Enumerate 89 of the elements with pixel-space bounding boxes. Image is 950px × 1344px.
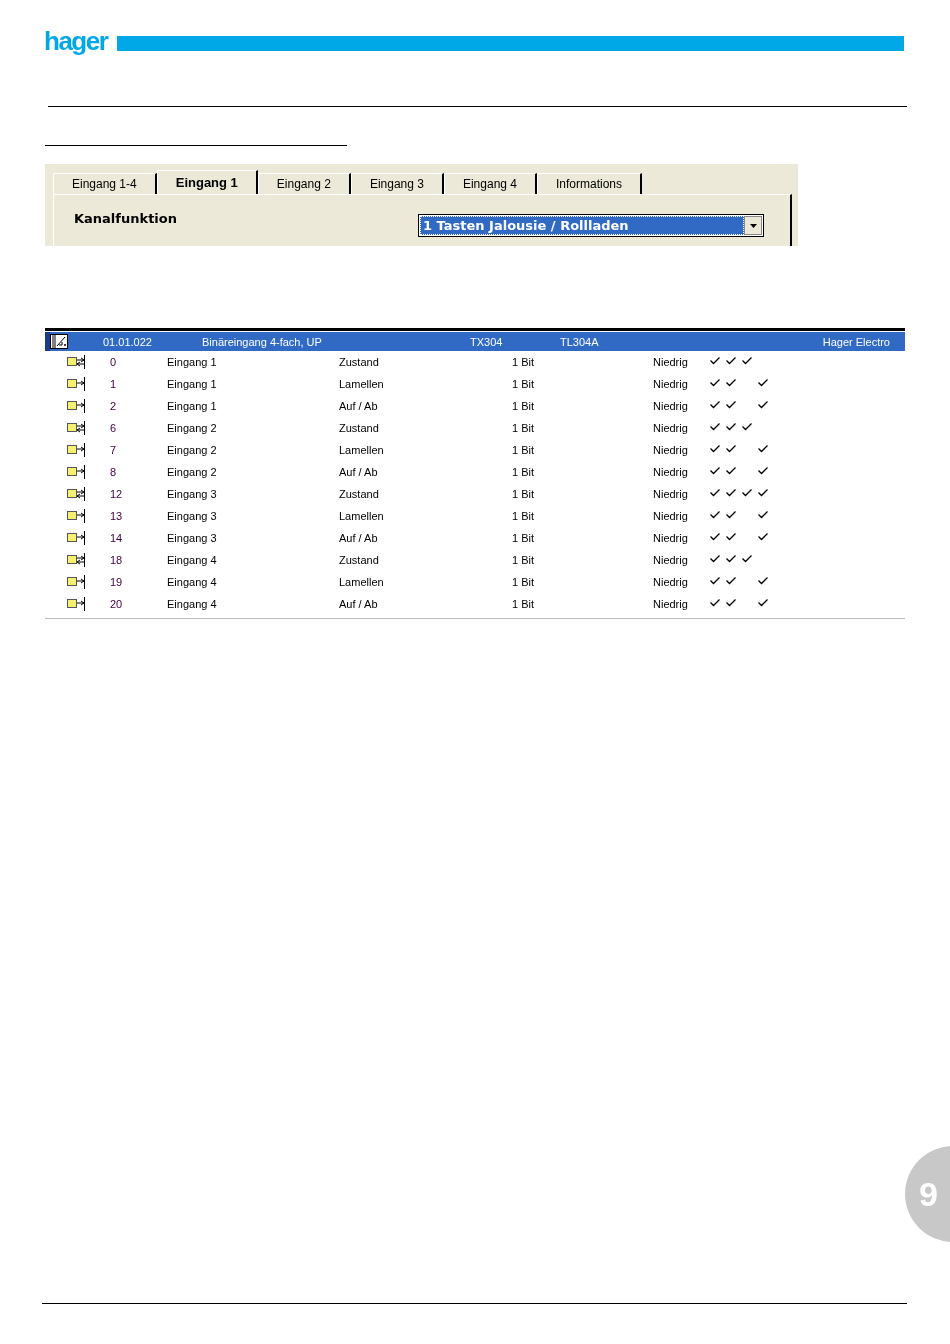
object-number: 6 [110, 422, 118, 434]
tab[interactable]: Eingang 4 [443, 173, 537, 194]
object-function: Auf / Ab [339, 598, 379, 610]
product-code: TX304 [470, 335, 504, 348]
tab[interactable]: Eingang 1 [156, 170, 258, 194]
manufacturer: Hager Electro [822, 335, 890, 348]
device-address: 01.01.022 [103, 335, 153, 348]
object-function: Zustand [339, 488, 380, 500]
object-size: 1 Bit [512, 532, 535, 544]
tab[interactable]: Eingang 3 [350, 173, 444, 194]
object-size: 1 Bit [512, 444, 535, 456]
object-number: 19 [110, 576, 124, 588]
dropdown[interactable]: 1 Tasten Jalousie / Rollladen [418, 214, 764, 237]
object-name: Eingang 2 [167, 422, 218, 434]
object-function: Zustand [339, 422, 380, 434]
object-name: Eingang 1 [167, 378, 218, 390]
object-priority: Niedrig [653, 488, 689, 500]
object-priority: Niedrig [653, 532, 689, 544]
object-function: Lamellen [339, 576, 385, 588]
tab[interactable]: Eingang 1-4 [53, 173, 157, 194]
object-name: Eingang 2 [167, 444, 218, 456]
object-priority: Niedrig [653, 400, 689, 412]
object-priority: Niedrig [653, 554, 689, 566]
object-priority: Niedrig [653, 422, 689, 434]
object-priority: Niedrig [653, 576, 689, 588]
output-object-icon [67, 377, 85, 391]
object-name: Eingang 2 [167, 466, 218, 478]
object-function: Lamellen [339, 510, 385, 522]
object-function: Lamellen [339, 444, 385, 456]
object-number: 14 [110, 532, 124, 544]
object-size: 1 Bit [512, 598, 535, 610]
object-number: 8 [110, 466, 118, 478]
object-priority: Niedrig [653, 356, 689, 368]
object-number: 7 [110, 444, 118, 456]
output-object-icon [67, 443, 85, 457]
object-number: 13 [110, 510, 124, 522]
object-size: 1 Bit [512, 378, 535, 390]
object-number: 1 [110, 378, 118, 390]
output-object-icon [67, 465, 85, 479]
object-name: Eingang 4 [167, 576, 218, 588]
object-function: Auf / Ab [339, 532, 379, 544]
object-name: Eingang 3 [167, 488, 218, 500]
object-number: 20 [110, 598, 124, 610]
object-number: 12 [110, 488, 124, 500]
object-priority: Niedrig [653, 378, 689, 390]
caret-icon [749, 223, 757, 228]
bidirectional-object-icon [67, 487, 85, 501]
application-code: TL304A [560, 335, 600, 348]
device-row[interactable]: 01.01.022 Binäreingang 4-fach, UP TX304 TL304A Hager Electro [45, 332, 905, 351]
object-name: Eingang 4 [167, 598, 218, 610]
object-priority: Niedrig [653, 466, 689, 478]
tab[interactable]: Informations [537, 173, 642, 194]
object-size: 1 Bit [512, 466, 535, 478]
bidirectional-object-icon [67, 421, 85, 435]
object-function: Auf / Ab [339, 466, 379, 478]
bidirectional-object-icon [67, 553, 85, 567]
object-size: 1 Bit [512, 510, 535, 522]
object-name: Eingang 1 [167, 400, 218, 412]
object-priority: Niedrig [653, 444, 689, 456]
object-number: 2 [110, 400, 118, 412]
output-object-icon [67, 531, 85, 545]
object-priority: Niedrig [653, 510, 689, 522]
bidirectional-object-icon [67, 355, 85, 369]
object-number: 18 [110, 554, 124, 566]
object-number: 0 [110, 356, 118, 368]
object-size: 1 Bit [512, 576, 535, 588]
object-size: 1 Bit [512, 356, 535, 368]
object-size: 1 Bit [512, 488, 535, 500]
object-name: Eingang 4 [167, 554, 218, 566]
object-name: Eingang 3 [167, 532, 218, 544]
object-function: Zustand [339, 356, 380, 368]
object-size: 1 Bit [512, 400, 535, 412]
object-function: Lamellen [339, 378, 385, 390]
output-object-icon [67, 399, 85, 413]
object-size: 1 Bit [512, 422, 535, 434]
object-name: Eingang 1 [167, 356, 218, 368]
device-name: Binäreingang 4-fach, UP [202, 335, 323, 348]
object-size: 1 Bit [512, 554, 535, 566]
object-priority: Niedrig [653, 598, 689, 610]
output-object-icon [67, 575, 85, 589]
output-object-icon [67, 597, 85, 611]
object-function: Zustand [339, 554, 380, 566]
tab[interactable]: Eingang 2 [257, 173, 351, 194]
object-name: Eingang 3 [167, 510, 218, 522]
logo: hager [44, 26, 108, 56]
object-function: Auf / Ab [339, 400, 379, 412]
field-label: Kanalfunktion [74, 211, 177, 226]
device-icon [50, 334, 68, 349]
output-object-icon [67, 509, 85, 523]
